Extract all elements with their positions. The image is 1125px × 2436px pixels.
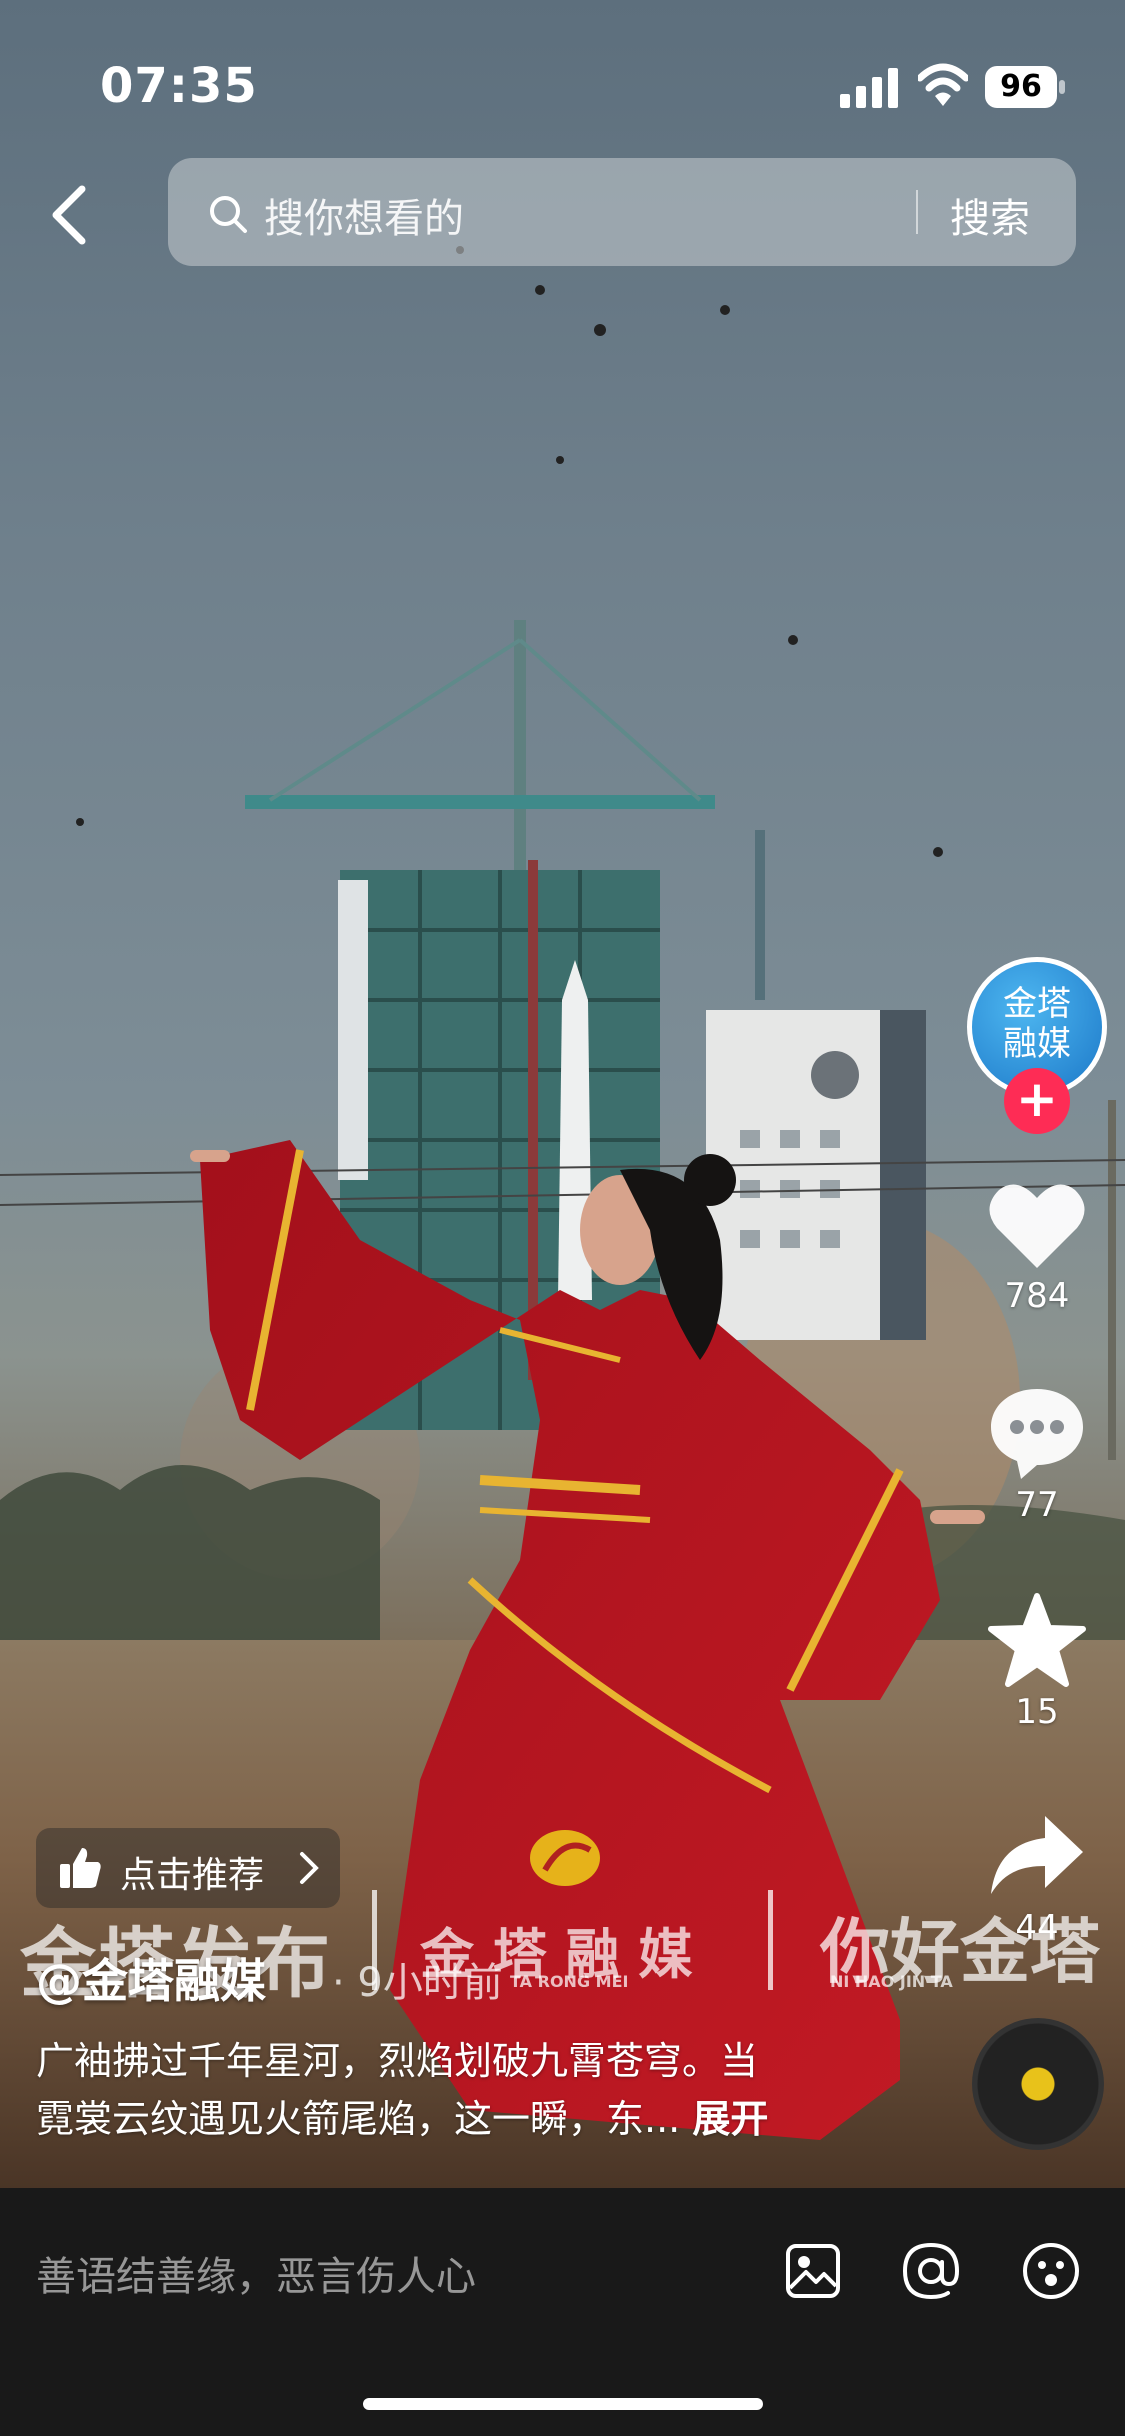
like-count: 784: [1004, 1276, 1070, 1316]
home-indicator[interactable]: [363, 2398, 763, 2410]
caption-line-1: 广袖拂过千年星河，烈焰划破九霄苍穹。当: [36, 2039, 759, 2083]
music-disc[interactable]: [972, 2018, 1104, 2150]
status-time: 07:35: [100, 58, 258, 114]
at-icon[interactable]: [900, 2240, 962, 2302]
comment-bar: 善语结善缘，恶言伤人心: [0, 2188, 1125, 2436]
search-divider: [916, 190, 918, 234]
thumb-up-icon: [60, 1848, 101, 1888]
expand-caption-button[interactable]: 展开: [692, 2097, 768, 2141]
image-icon[interactable]: [782, 2240, 844, 2302]
like-button[interactable]: 784: [972, 1180, 1102, 1316]
star-icon: [988, 1593, 1086, 1687]
emoji-icon[interactable]: [1020, 2240, 1082, 2302]
avatar-text-line1: 金塔: [1003, 984, 1071, 1024]
favorite-button[interactable]: 15: [972, 1592, 1102, 1732]
chevron-right-icon: [300, 1852, 319, 1884]
search-button[interactable]: 搜索: [950, 186, 1030, 244]
author-name[interactable]: @金塔融媒: [36, 1945, 266, 2011]
battery-level: 96: [985, 66, 1057, 108]
status-bar: 07:35 96: [0, 0, 1125, 170]
follow-button[interactable]: +: [1004, 1068, 1070, 1134]
comment-input[interactable]: 善语结善缘，恶言伤人心: [36, 2244, 476, 2302]
recommend-button[interactable]: 点击推荐: [36, 1828, 340, 1908]
comment-button[interactable]: 77: [972, 1385, 1102, 1525]
wifi-icon: [918, 63, 968, 106]
search-icon: [210, 196, 247, 233]
comment-icon: [991, 1389, 1083, 1479]
search-input[interactable]: 搜你想看的: [264, 186, 464, 244]
recommend-label: 点击推荐: [120, 1855, 265, 1896]
video-caption[interactable]: 广袖拂过千年星河，烈焰划破九霄苍穹。当 霓裳云纹遇见火箭尾焰，这一瞬，东... …: [36, 2032, 926, 2148]
comment-count: 77: [1015, 1485, 1059, 1525]
heart-icon: [989, 1184, 1085, 1268]
cellular-signal-icon: [840, 68, 898, 108]
avatar-text-line2: 融媒: [1003, 1024, 1071, 1064]
watermark-middle-pinyin: TA RONG MEI: [510, 1972, 629, 1991]
watermark-right-pinyin: NI HAO JIN TA: [830, 1972, 953, 1991]
battery-icon: 96: [985, 66, 1065, 108]
post-time: · 9小时前: [332, 1960, 503, 2006]
caption-line-2: 霓裳云纹遇见火箭尾焰，这一瞬，东...: [36, 2097, 681, 2141]
favorite-count: 15: [1015, 1692, 1059, 1732]
back-arrow-icon[interactable]: [40, 175, 100, 255]
search-bar[interactable]: 搜你想看的 搜索: [168, 158, 1076, 266]
watermark-divider-2: [768, 1890, 773, 1990]
